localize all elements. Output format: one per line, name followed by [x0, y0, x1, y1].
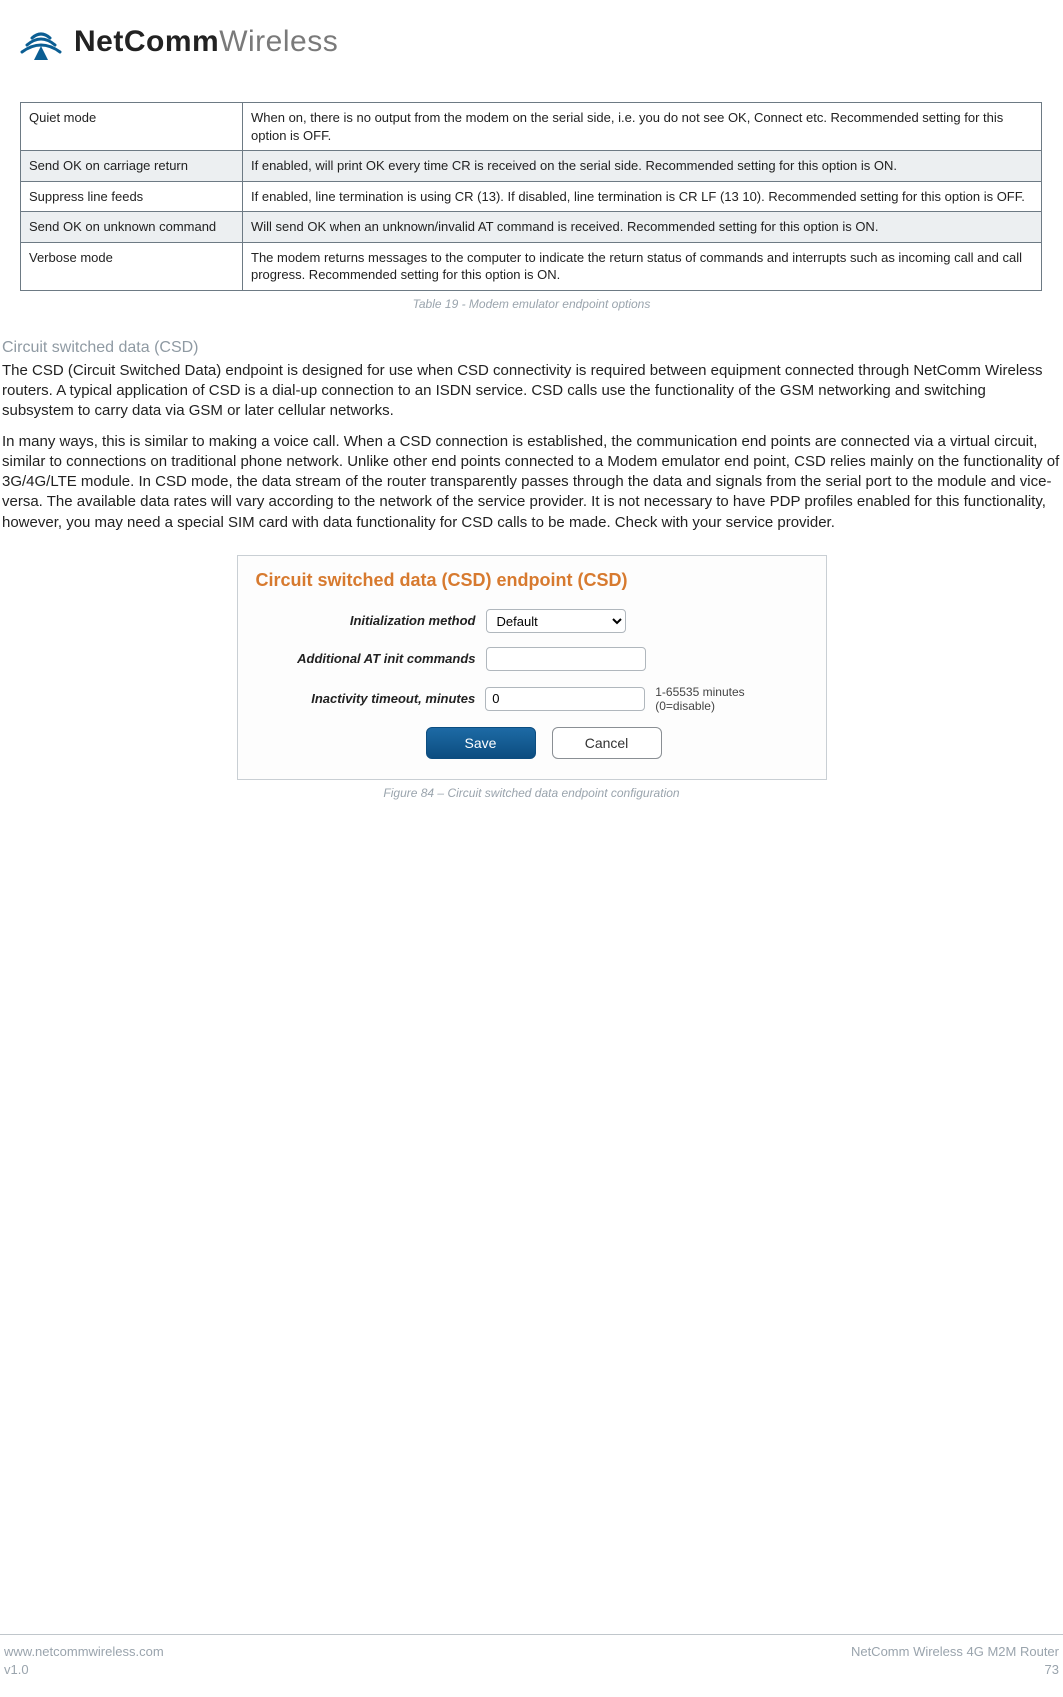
- init-method-label: Initialization method: [256, 613, 476, 628]
- body-paragraph: The CSD (Circuit Switched Data) endpoint…: [2, 361, 1061, 422]
- table-row: Send OK on carriage return If enabled, w…: [21, 151, 1042, 182]
- section-heading: Circuit switched data (CSD): [2, 339, 1063, 357]
- footer-version: v1.0: [4, 1661, 164, 1679]
- footer-url: www.netcommwireless.com: [4, 1643, 164, 1661]
- footer-page: 73: [851, 1661, 1059, 1679]
- table-caption: Table 19 - Modem emulator endpoint optio…: [0, 297, 1063, 311]
- opt-desc: The modem returns messages to the comput…: [243, 242, 1042, 290]
- table-row: Quiet mode When on, there is no output f…: [21, 103, 1042, 151]
- opt-label: Suppress line feeds: [21, 181, 243, 212]
- brand-logo: NetCommWireless: [18, 22, 1063, 62]
- opt-label: Send OK on unknown command: [21, 212, 243, 243]
- opt-label: Send OK on carriage return: [21, 151, 243, 182]
- opt-desc: Will send OK when an unknown/invalid AT …: [243, 212, 1042, 243]
- table-row: Suppress line feeds If enabled, line ter…: [21, 181, 1042, 212]
- page-footer: www.netcommwireless.com v1.0 NetComm Wir…: [0, 1634, 1063, 1679]
- cancel-button[interactable]: Cancel: [552, 727, 662, 759]
- brand-icon: [18, 22, 64, 62]
- opt-label: Quiet mode: [21, 103, 243, 151]
- opt-desc: If enabled, will print OK every time CR …: [243, 151, 1042, 182]
- save-button[interactable]: Save: [426, 727, 536, 759]
- at-commands-label: Additional AT init commands: [256, 651, 476, 666]
- figure-caption: Figure 84 – Circuit switched data endpoi…: [237, 786, 827, 800]
- init-method-select[interactable]: Default: [486, 609, 626, 633]
- at-commands-input[interactable]: [486, 647, 646, 671]
- table-row: Verbose mode The modem returns messages …: [21, 242, 1042, 290]
- opt-desc: If enabled, line termination is using CR…: [243, 181, 1042, 212]
- panel-title: Circuit switched data (CSD) endpoint (CS…: [256, 570, 808, 591]
- table-row: Send OK on unknown command Will send OK …: [21, 212, 1042, 243]
- config-panel: Circuit switched data (CSD) endpoint (CS…: [237, 555, 827, 780]
- options-table: Quiet mode When on, there is no output f…: [20, 102, 1042, 291]
- opt-desc: When on, there is no output from the mod…: [243, 103, 1042, 151]
- brand-text: NetCommWireless: [74, 25, 338, 59]
- opt-label: Verbose mode: [21, 242, 243, 290]
- body-paragraph: In many ways, this is similar to making …: [2, 432, 1061, 533]
- timeout-input[interactable]: [485, 687, 645, 711]
- footer-product: NetComm Wireless 4G M2M Router: [851, 1643, 1059, 1661]
- timeout-label: Inactivity timeout, minutes: [256, 691, 476, 706]
- timeout-hint: 1-65535 minutes (0=disable): [655, 685, 807, 713]
